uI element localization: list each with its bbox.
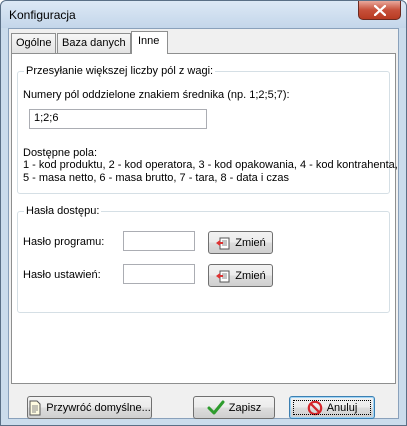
change-password-icon xyxy=(215,268,231,284)
restore-defaults-button[interactable]: Przywróć domyślne... xyxy=(27,396,152,419)
tab-inne[interactable]: Inne xyxy=(131,31,169,54)
cancel-button[interactable]: Anuluj xyxy=(289,396,375,419)
tab-baza-danych[interactable]: Baza danych xyxy=(57,33,131,53)
title-bar[interactable]: Konfiguracja xyxy=(1,1,406,28)
passwords-legend: Hasła dostępu: xyxy=(24,205,102,217)
available-fields-line2: 5 - masa netto, 6 - masa brutto, 7 - tar… xyxy=(23,172,289,184)
change-settings-password-button[interactable]: Zmień xyxy=(208,264,273,287)
tab-label: Ogólne xyxy=(16,37,52,49)
change-settings-password-label: Zmień xyxy=(235,269,266,282)
tab-label: Baza danych xyxy=(62,37,126,49)
program-password-input[interactable] xyxy=(123,231,195,251)
checkmark-icon xyxy=(207,400,225,416)
settings-password-label: Hasło ustawień: xyxy=(23,269,101,281)
fields-numbers-label: Numery pól oddzielone znakiem średnika (… xyxy=(23,89,290,101)
available-fields-title: Dostępne pola: xyxy=(23,147,97,159)
save-label: Zapisz xyxy=(228,401,262,414)
tab-panel-inne: Przesyłanie większej liczby pól z wagi: … xyxy=(11,53,398,384)
program-password-label: Hasło programu: xyxy=(23,236,105,248)
close-icon xyxy=(373,4,386,16)
available-fields-line1: 1 - kod produktu, 2 - kod operatora, 3 -… xyxy=(23,159,398,171)
tab-label: Inne xyxy=(138,35,160,47)
window-title: Konfiguracja xyxy=(9,8,76,22)
passwords-group: Hasła dostępu: Hasło programu: Zmień Has… xyxy=(17,205,390,313)
document-icon xyxy=(28,400,42,416)
change-program-password-button[interactable]: Zmień xyxy=(208,231,273,254)
multi-fields-group: Przesyłanie większej liczby pól z wagi: … xyxy=(17,65,398,194)
multi-fields-legend: Przesyłanie większej liczby pól z wagi: xyxy=(24,65,216,77)
tab-ogolne[interactable]: Ogólne xyxy=(11,33,57,53)
save-button[interactable]: Zapisz xyxy=(193,396,275,419)
restore-defaults-label: Przywróć domyślne... xyxy=(46,401,151,414)
change-password-icon xyxy=(215,235,231,251)
dialog-client-area: Ogólne Baza danych Inne Przesyłanie więk… xyxy=(8,28,399,419)
close-button[interactable] xyxy=(358,1,401,20)
fields-numbers-input[interactable]: 1;2;6 xyxy=(29,109,207,129)
focus-ring xyxy=(293,400,371,415)
config-window: Konfiguracja Ogólne Baza danych Inne Prz… xyxy=(0,0,407,426)
settings-password-input[interactable] xyxy=(123,264,195,284)
change-program-password-label: Zmień xyxy=(235,236,266,249)
